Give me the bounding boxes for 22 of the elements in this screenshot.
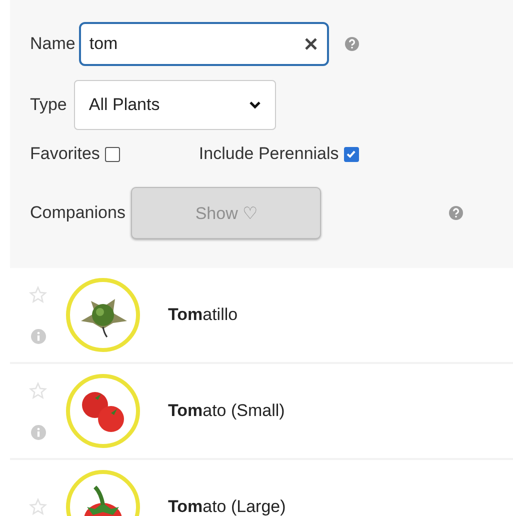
checkmark-icon <box>345 148 358 160</box>
help-icon[interactable] <box>449 206 464 220</box>
favorites-label: Favorites <box>30 144 100 164</box>
name-label: Name <box>30 34 76 54</box>
name-search-field[interactable]: tom <box>79 22 330 66</box>
plant-name[interactable]: Tomato (Large) <box>168 497 286 516</box>
help-icon[interactable] <box>345 37 360 51</box>
perennials-label: Include Perennials <box>198 144 339 164</box>
star-icon[interactable] <box>29 286 47 304</box>
plant-name[interactable]: Tomatillo <box>168 305 238 325</box>
info-icon[interactable] <box>30 424 46 440</box>
clear-icon[interactable] <box>305 38 318 50</box>
type-label: Type <box>30 95 67 115</box>
info-icon[interactable] <box>30 328 46 344</box>
type-dropdown[interactable]: All Plants <box>74 80 276 130</box>
favorites-checkbox[interactable] <box>104 146 120 162</box>
star-icon[interactable] <box>29 382 47 400</box>
chevron-down-icon <box>248 101 261 109</box>
star-icon[interactable] <box>29 498 47 516</box>
plant-name[interactable]: Tomato (Small) <box>168 401 285 421</box>
companions-label: Companions <box>30 203 126 223</box>
perennials-checkbox[interactable] <box>344 146 359 162</box>
